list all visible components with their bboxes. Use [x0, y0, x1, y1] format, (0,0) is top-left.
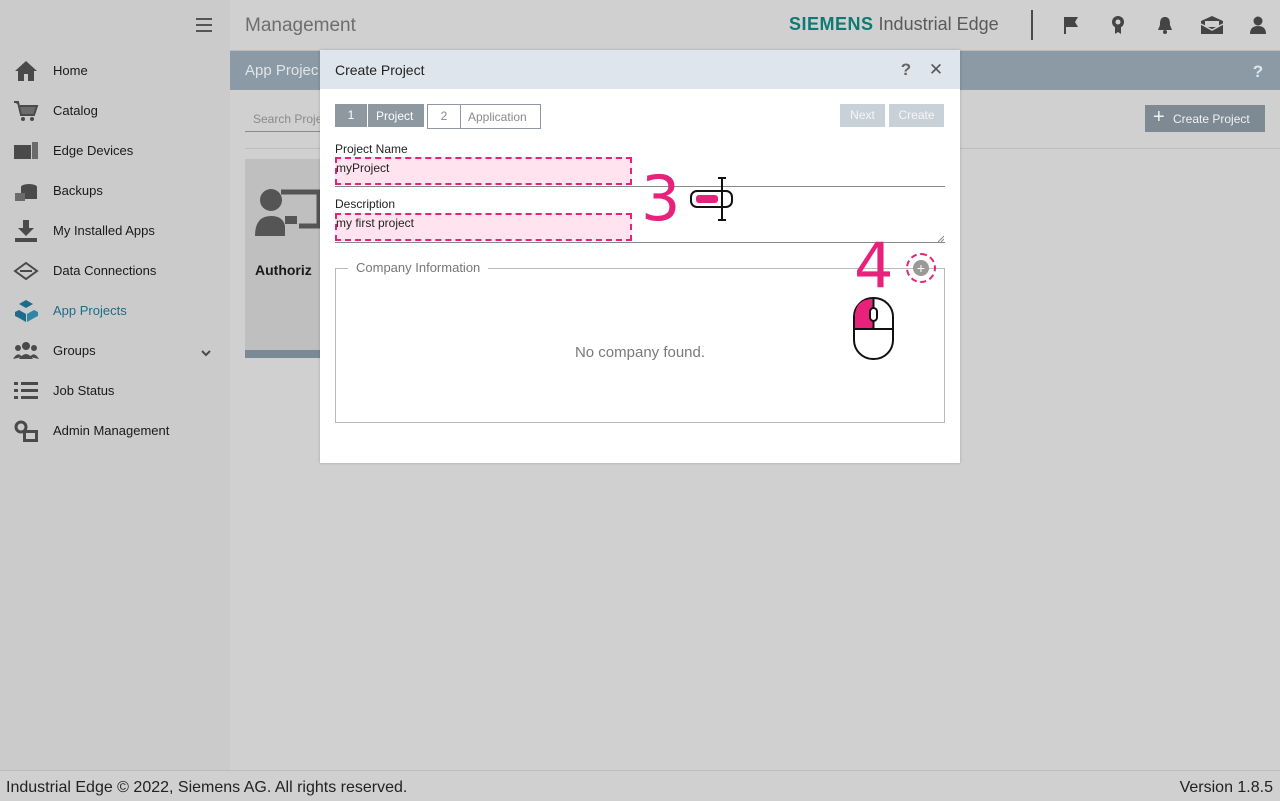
step-application[interactable]: 2 Application [427, 104, 541, 129]
plus-icon: + [1153, 106, 1165, 128]
next-button[interactable]: Next [840, 104, 885, 127]
flag-icon[interactable] [1061, 15, 1081, 35]
backup-icon [13, 179, 39, 203]
keyboard-input-icon [690, 177, 733, 221]
sidebar-item-label: Groups [53, 343, 96, 358]
user-icon[interactable] [1248, 15, 1268, 35]
help-icon[interactable]: ? [898, 60, 914, 80]
help-icon[interactable]: ? [1250, 62, 1266, 81]
annotation-step-number: 4 [854, 229, 894, 302]
hamburger-menu-icon[interactable] [196, 16, 214, 34]
step-label: Project [376, 109, 414, 123]
add-company-button[interactable]: + [906, 253, 936, 283]
card-label: Authoriz [255, 262, 312, 278]
project-name-underline [335, 186, 945, 187]
download-icon [13, 219, 39, 243]
group-icon [13, 339, 39, 363]
header-divider [1031, 10, 1033, 40]
sidebar-item-home[interactable]: Home [0, 51, 230, 91]
sidebar-item-job-status[interactable]: Job Status [0, 371, 230, 411]
project-name-input[interactable]: myProject [336, 161, 389, 175]
sidebar-item-my-installed-apps[interactable]: My Installed Apps [0, 211, 230, 251]
sidebar-item-label: Data Connections [53, 263, 157, 278]
search-placeholder: Search Proje [253, 112, 323, 126]
create-project-button[interactable]: + Create Project [1145, 105, 1265, 132]
sidebar-item-label: Admin Management [53, 423, 170, 438]
chevron-down-icon[interactable] [200, 345, 212, 363]
sidebar-item-label: Edge Devices [53, 143, 134, 158]
step-number: 1 [335, 104, 368, 127]
home-icon [13, 59, 39, 83]
connection-icon [13, 259, 39, 283]
cubes-icon [13, 299, 39, 323]
step-label: Application [468, 110, 527, 124]
device-icon [13, 139, 39, 163]
project-name-label: Project Name [335, 142, 408, 156]
admin-icon [13, 419, 39, 443]
badge-icon[interactable] [1108, 15, 1128, 35]
copyright-text: Industrial Edge © 2022, Siemens AG. All … [6, 779, 408, 796]
version-text: Version 1.8.5 [1179, 779, 1273, 796]
company-information-legend: Company Information [348, 260, 489, 275]
resize-handle-icon[interactable] [938, 236, 944, 242]
sidebar-item-label: Backups [53, 183, 103, 198]
step-number: 2 [428, 105, 461, 128]
cart-icon [13, 99, 39, 123]
section-title: App Projec [245, 62, 319, 79]
user-presentation-icon [255, 189, 321, 236]
inbox-icon[interactable] [1200, 15, 1224, 35]
description-label: Description [335, 197, 396, 211]
annotation-step-number: 3 [641, 162, 681, 235]
step-project[interactable]: 1 Project [335, 104, 424, 127]
sidebar-item-catalog[interactable]: Catalog [0, 91, 230, 131]
create-button[interactable]: Create [889, 104, 944, 127]
sidebar-item-data-connections[interactable]: Data Connections [0, 251, 230, 291]
list-icon [13, 379, 39, 403]
sidebar-item-admin-management[interactable]: Admin Management [0, 411, 230, 451]
description-input[interactable]: my first project [336, 216, 414, 230]
mouse-click-icon [853, 297, 894, 360]
sidebar-item-backups[interactable]: Backups [0, 171, 230, 211]
plus-icon: + [913, 260, 929, 276]
sidebar-item-groups[interactable]: Groups [0, 331, 230, 371]
page-title: Management [245, 15, 356, 36]
sidebar-item-label: Job Status [53, 383, 115, 398]
sidebar-item-label: Catalog [53, 103, 98, 118]
sidebar-item-app-projects[interactable]: App Projects [0, 291, 230, 331]
sidebar-item-label: My Installed Apps [53, 223, 155, 238]
sidebar-item-label: App Projects [53, 303, 127, 318]
bell-icon[interactable] [1155, 15, 1175, 35]
sidebar-item-edge-devices[interactable]: Edge Devices [0, 131, 230, 171]
brand-logo: SIEMENS Industrial Edge [789, 14, 999, 34]
sidebar-item-label: Home [53, 63, 88, 78]
dialog-title: Create Project [335, 62, 425, 78]
close-icon[interactable]: ✕ [928, 60, 944, 80]
